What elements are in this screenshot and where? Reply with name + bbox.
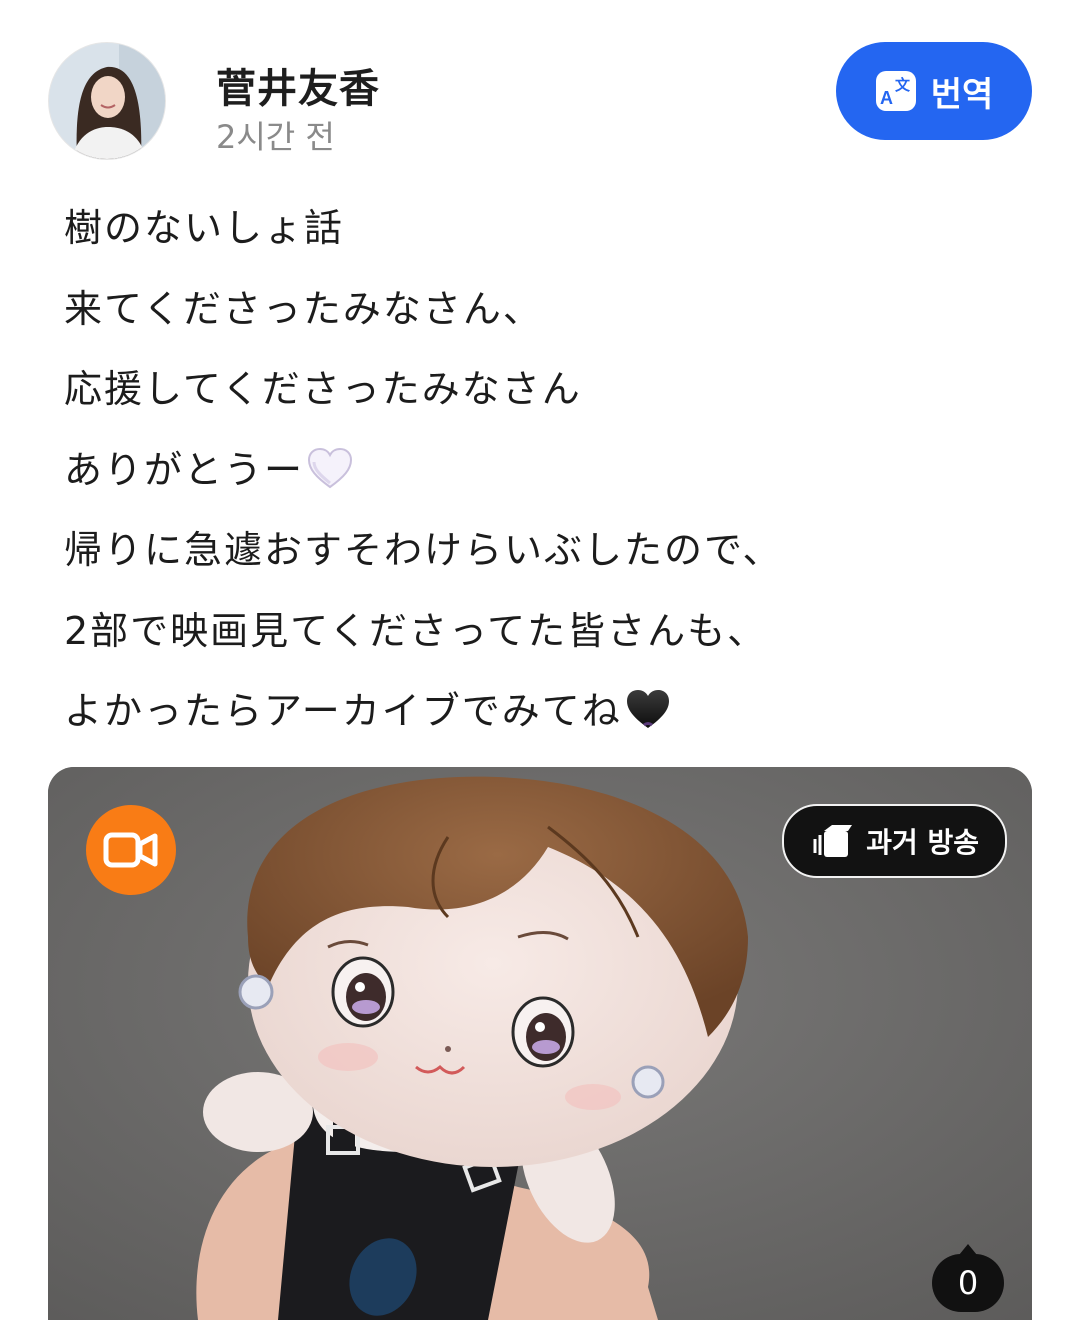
svg-text:文: 文 (895, 76, 911, 94)
post-line-text: 帰りに急遽おすそわけらいぶしたので、 (64, 528, 783, 572)
translate-button[interactable]: A 文 번역 (836, 42, 1032, 140)
past-broadcast-label: 과거 방송 (866, 826, 979, 859)
post-line-text: 応援してくださったみなさん (64, 367, 582, 411)
post-timestamp: 2시간 전 (216, 118, 335, 156)
post-line-text: ありがとうー (64, 447, 305, 492)
post-line: ありがとうー (64, 437, 1024, 518)
post-line-text: よかったらアーカイブでみてね (64, 689, 622, 733)
comment-count-badge[interactable]: 0 (932, 1244, 1004, 1312)
post-header: 菅井友香 2시간 전 A 文 번역 (48, 42, 1032, 164)
post-line-text: 来てくださったみなさん、 (64, 286, 543, 331)
avatar[interactable] (48, 42, 166, 160)
video-type-badge (86, 805, 176, 895)
white-heart-emoji-icon (308, 447, 353, 488)
post-line: 来てくださったみなさん、 (64, 276, 1024, 357)
translate-label: 번역 (930, 74, 994, 115)
post-body: 樹のないしょ話 来てくださったみなさん、 応援してくださったみなさん ありがとう… (64, 195, 1024, 759)
video-camera-icon (103, 832, 158, 868)
video-thumbnail[interactable]: 과거 방송 0 (48, 767, 1032, 1320)
svg-text:A: A (880, 88, 893, 108)
post-line-text: 2部で映画見てくださってた皆さんも、 (64, 608, 768, 653)
post-line: よかったらアーカイブでみてね (64, 678, 1024, 759)
archive-icon (813, 825, 853, 857)
author-name[interactable]: 菅井友香 (216, 56, 380, 114)
post-line: 樹のないしょ話 (64, 195, 1024, 276)
past-broadcast-button[interactable]: 과거 방송 (782, 804, 1007, 878)
translate-icon: A 文 (875, 71, 916, 111)
post-line: 帰りに急遽おすそわけらいぶしたので、 (64, 517, 1024, 598)
black-heart-emoji-icon (626, 690, 669, 728)
post-line: 2部で映画見てくださってた皆さんも、 (64, 598, 1024, 679)
post-line: 応援してくださったみなさん (64, 356, 1024, 437)
avatar-image (49, 43, 165, 159)
post-line-text: 樹のないしょ話 (64, 206, 345, 250)
